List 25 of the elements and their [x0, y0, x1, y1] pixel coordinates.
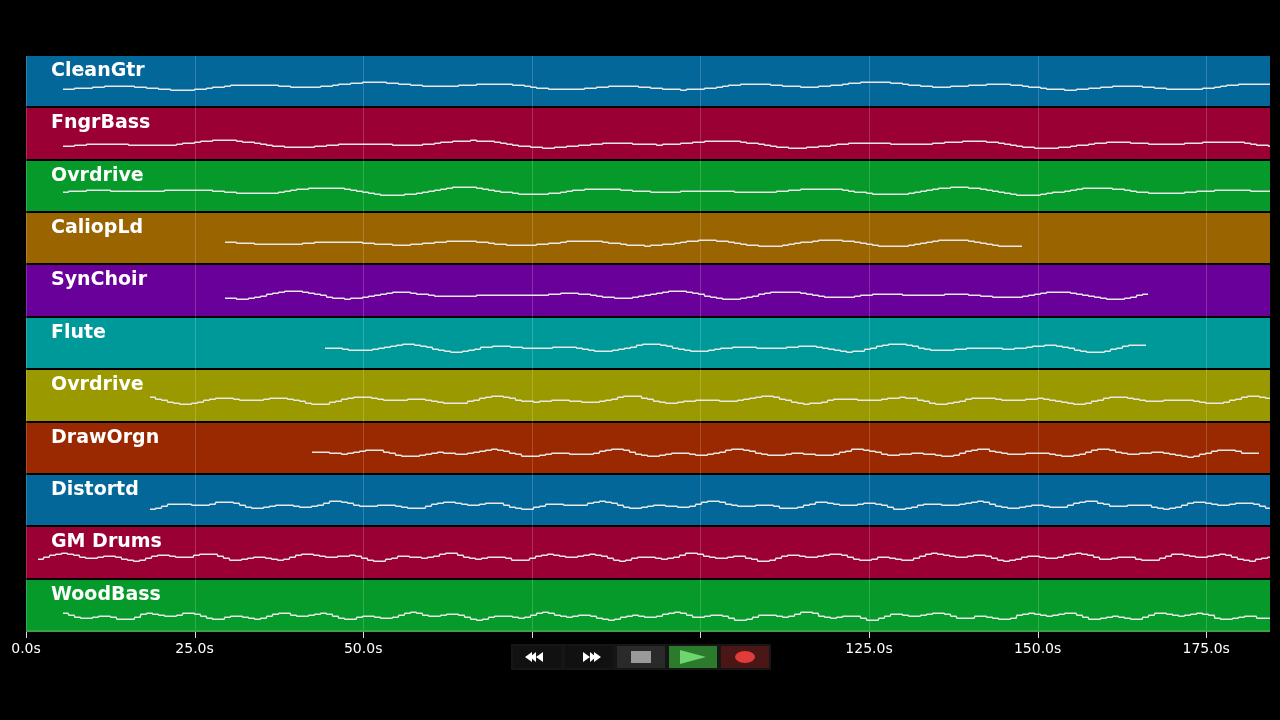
track-name: FngrBass	[51, 109, 151, 134]
track-name: WoodBass	[51, 580, 161, 605]
play-icon	[680, 650, 706, 664]
track-name: Flute	[51, 318, 106, 343]
stop-icon	[631, 651, 651, 663]
track-name: CleanGtr	[51, 57, 145, 81]
track-name: CaliopLd	[51, 214, 144, 239]
stop-button[interactable]	[617, 646, 665, 668]
record-button[interactable]	[721, 646, 769, 668]
time-label: 175.0s	[1182, 640, 1230, 656]
play-button[interactable]	[669, 646, 717, 668]
track-name: DrawOrgn	[51, 423, 160, 448]
fast-forward-button[interactable]	[565, 646, 613, 668]
track-name: SynChoir	[51, 266, 147, 291]
rewind-button[interactable]	[513, 646, 561, 668]
record-icon	[735, 651, 755, 663]
time-label: 150.0s	[1013, 640, 1062, 656]
time-label: 25.0s	[175, 640, 214, 656]
track-name: Ovrdrive	[51, 371, 144, 396]
track-name: Distortd	[51, 475, 139, 500]
time-label: 0.0s	[11, 640, 41, 656]
track-name: GM Drums	[51, 528, 162, 553]
track-name: Ovrdrive	[51, 161, 144, 186]
time-label: 50.0s	[343, 640, 383, 656]
time-label: 125.0s	[845, 640, 893, 656]
